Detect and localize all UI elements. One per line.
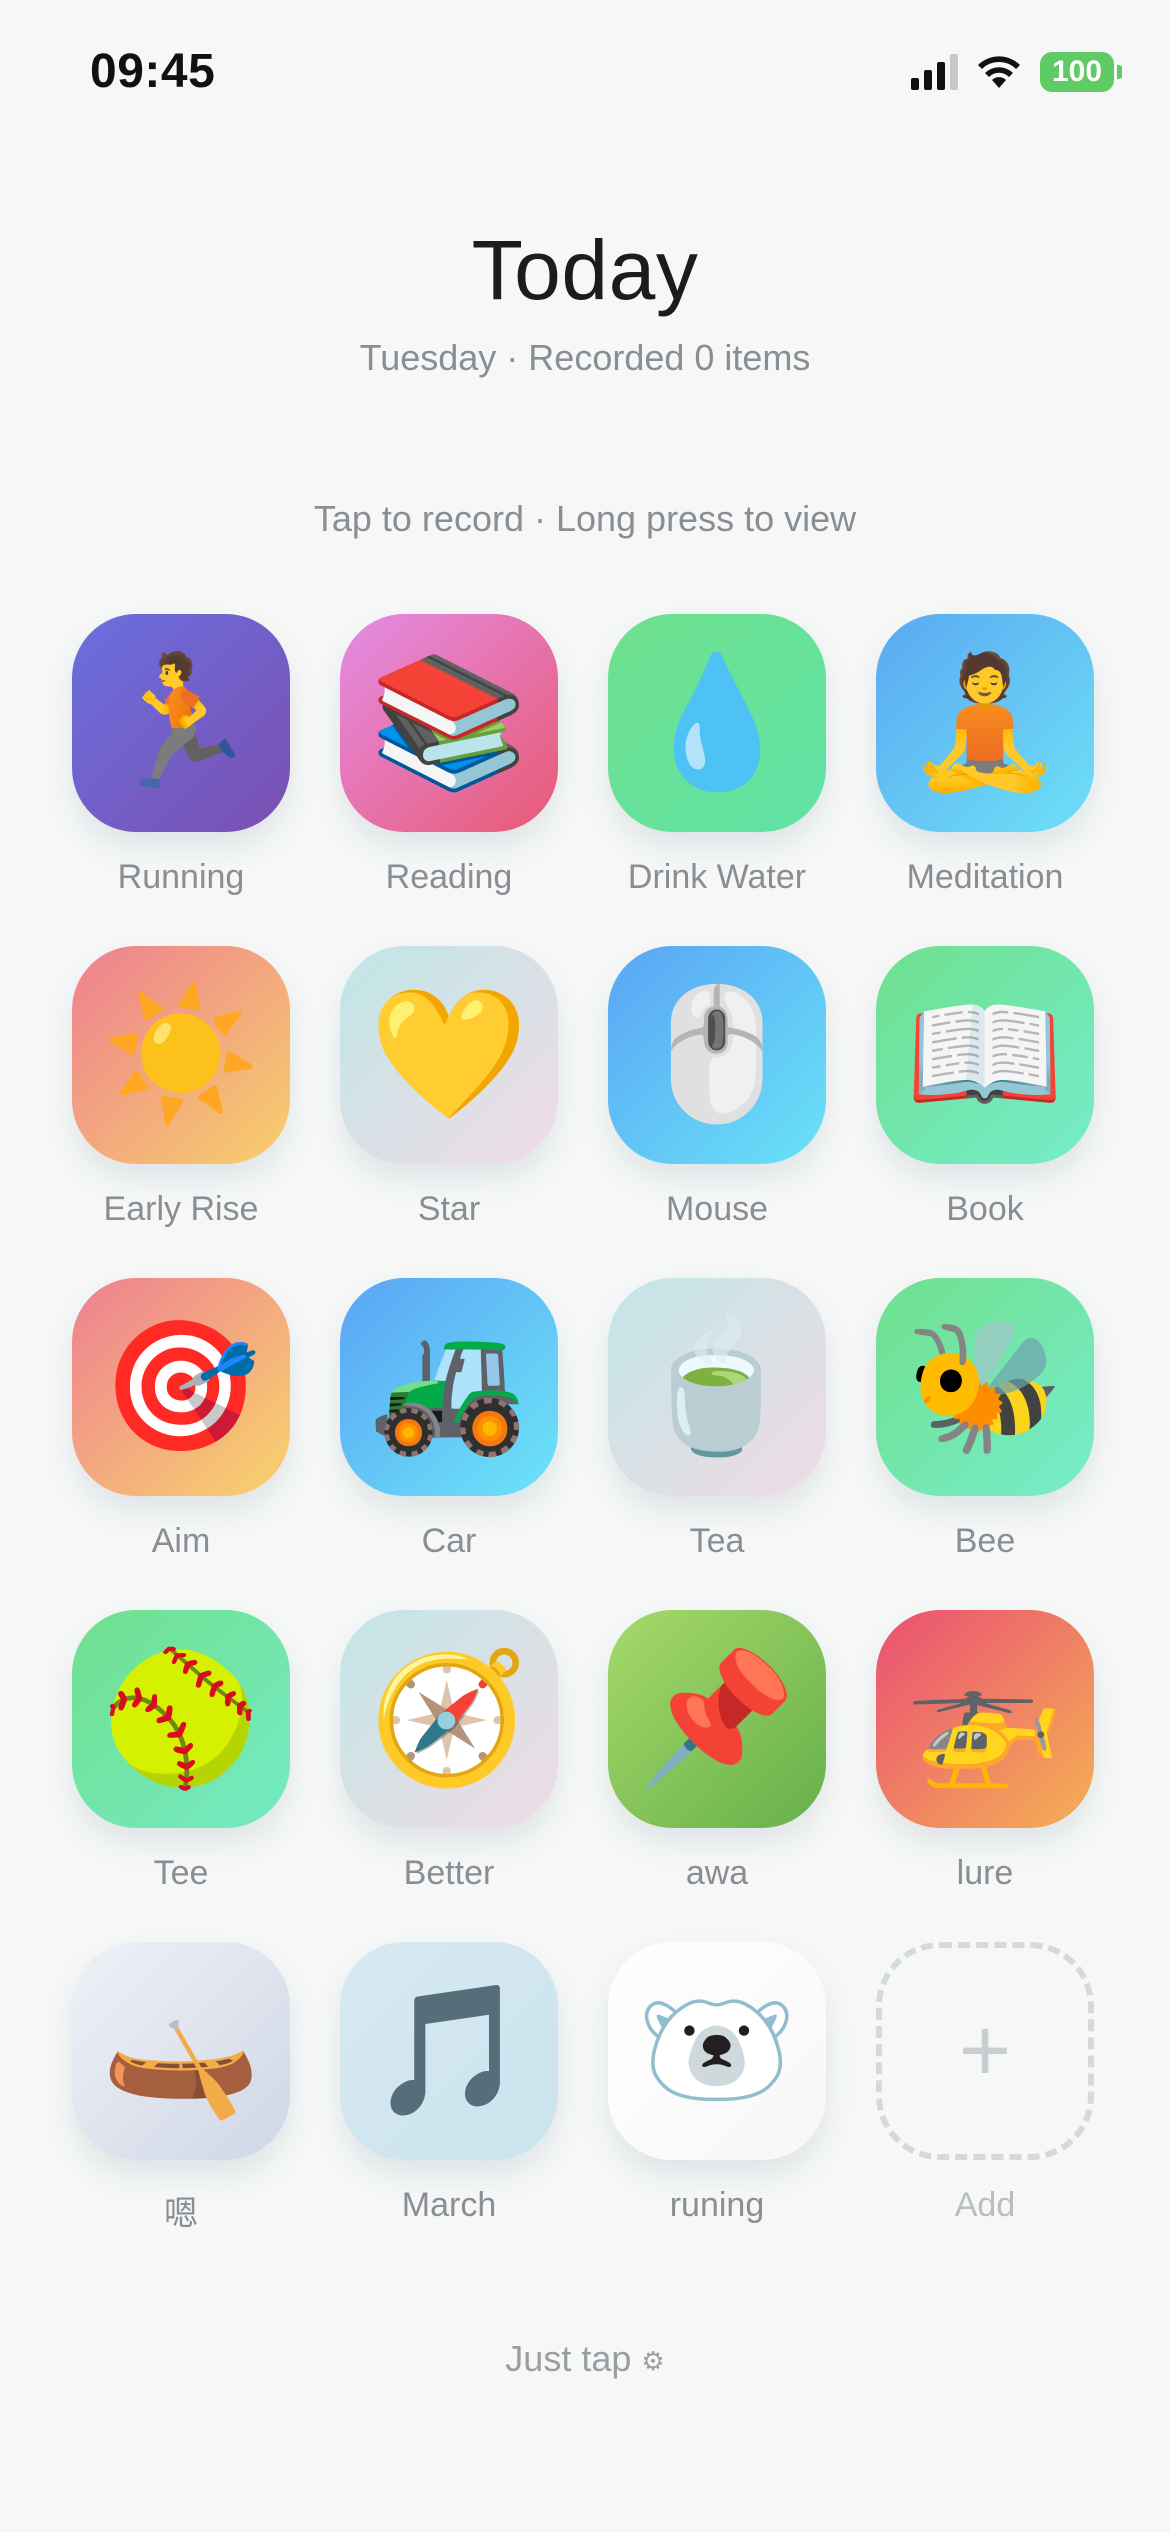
habit-tile[interactable]: 🧘: [876, 614, 1094, 832]
habit-item-tee[interactable]: 🥎 Tee: [72, 1610, 290, 1942]
add-label: Add: [954, 2186, 1016, 2224]
habit-item-lure[interactable]: 🚁 lure: [876, 1610, 1094, 1942]
status-indicators: 100: [911, 52, 1122, 92]
habit-label: Running: [117, 858, 245, 896]
page-title: Today: [471, 223, 699, 317]
page-header: Today Tuesday · Recorded 0 items: [0, 222, 1170, 379]
habit-tile[interactable]: 🐻‍❄️: [608, 1942, 826, 2160]
habit-label: Early Rise: [103, 1190, 259, 1228]
habit-item-running[interactable]: 🏃 Running: [72, 614, 290, 946]
mouse-icon: 🖱️: [637, 983, 797, 1126]
habit-tile[interactable]: 📚: [340, 614, 558, 832]
target-icon: 🎯: [101, 1315, 261, 1458]
water-drop-icon: 💧: [637, 651, 797, 794]
habit-label: Mouse: [665, 1190, 769, 1228]
habit-label: Tea: [689, 1522, 745, 1560]
habit-tile[interactable]: 🖱️: [608, 946, 826, 1164]
habit-item-book[interactable]: 📖 Book: [876, 946, 1094, 1278]
pushpin-icon: 📌: [637, 1647, 797, 1790]
cellular-signal-icon: [911, 54, 958, 90]
meditation-icon: 🧘: [905, 651, 1065, 794]
habit-tile[interactable]: 📖: [876, 946, 1094, 1164]
habit-tile[interactable]: 🚁: [876, 1610, 1094, 1828]
habit-item-mouse[interactable]: 🖱️ Mouse: [608, 946, 826, 1278]
helicopter-icon: 🚁: [905, 1647, 1065, 1790]
add-habit-button[interactable]: + Add: [876, 1942, 1094, 2274]
habit-item-car[interactable]: 🚜 Car: [340, 1278, 558, 1610]
status-bar: 09:45 100: [0, 0, 1170, 150]
habit-item-drink-water[interactable]: 💧 Drink Water: [608, 614, 826, 946]
page-subtitle: Tuesday · Recorded 0 items: [359, 337, 811, 378]
habit-item-march[interactable]: 🎵 March: [340, 1942, 558, 2274]
battery-icon: 100: [1040, 52, 1122, 92]
habit-item-嗯[interactable]: 🛶 嗯: [72, 1942, 290, 2274]
habit-label: awa: [685, 1854, 749, 1892]
tractor-icon: 🚜: [369, 1315, 529, 1458]
habit-grid: 🏃 Running 📚 Reading 💧 Drink Water 🧘 Meditation ☀…: [72, 614, 1098, 2274]
habit-item-reading[interactable]: 📚 Reading: [340, 614, 558, 946]
habit-label: Better: [403, 1854, 495, 1892]
canoe-icon: 🛶: [101, 1979, 261, 2122]
habit-tile[interactable]: 🐝: [876, 1278, 1094, 1496]
habit-tile[interactable]: 🍵: [608, 1278, 826, 1496]
compass-icon: 🧭: [369, 1647, 529, 1790]
habit-tile[interactable]: 🎵: [340, 1942, 558, 2160]
habit-tile[interactable]: 💛: [340, 946, 558, 1164]
habit-label: Meditation: [906, 858, 1064, 896]
open-book-icon: 📖: [905, 983, 1065, 1126]
footer-text: Just tap: [505, 2338, 632, 2379]
habit-label: Book: [946, 1190, 1024, 1228]
wifi-icon: [978, 56, 1020, 88]
habit-label: Aim: [151, 1522, 211, 1560]
tea-icon: 🍵: [637, 1315, 797, 1458]
habit-item-aim[interactable]: 🎯 Aim: [72, 1278, 290, 1610]
plus-icon[interactable]: +: [876, 1942, 1094, 2160]
books-icon: 📚: [369, 651, 529, 794]
habit-label: runing: [669, 2186, 765, 2224]
habit-tile[interactable]: 🛶: [72, 1942, 290, 2160]
footer[interactable]: Just tap ⚙: [0, 2338, 1170, 2380]
habit-tile[interactable]: 🥎: [72, 1610, 290, 1828]
status-time: 09:45: [90, 45, 216, 98]
habit-item-bee[interactable]: 🐝 Bee: [876, 1278, 1094, 1610]
habit-label: Star: [417, 1190, 481, 1228]
habit-tile[interactable]: 🏃: [72, 614, 290, 832]
habit-item-awa[interactable]: 📌 awa: [608, 1610, 826, 1942]
habit-item-meditation[interactable]: 🧘 Meditation: [876, 614, 1094, 946]
habit-tile[interactable]: 🎯: [72, 1278, 290, 1496]
habit-item-tea[interactable]: 🍵 Tea: [608, 1278, 826, 1610]
softball-icon: 🥎: [101, 1647, 261, 1790]
habit-item-better[interactable]: 🧭 Better: [340, 1610, 558, 1942]
polar-bear-icon: 🐻‍❄️: [637, 1979, 797, 2122]
running-person-icon: 🏃: [101, 651, 261, 794]
habit-tile[interactable]: ☀️: [72, 946, 290, 1164]
instruction-hint: Tap to record · Long press to view: [313, 498, 857, 539]
habit-label: Drink Water: [627, 858, 807, 896]
sun-icon: ☀️: [101, 983, 261, 1126]
habit-label: Tee: [153, 1854, 209, 1892]
habit-label: lure: [956, 1854, 1014, 1892]
gear-icon: ⚙: [641, 2345, 665, 2376]
music-note-icon: 🎵: [369, 1979, 529, 2122]
habit-label: Car: [421, 1522, 477, 1560]
habit-item-star[interactable]: 💛 Star: [340, 946, 558, 1278]
habit-label: March: [401, 2186, 497, 2224]
habit-label: 嗯: [164, 2195, 198, 2233]
habit-item-early-rise[interactable]: ☀️ Early Rise: [72, 946, 290, 1278]
habit-label: Reading: [385, 858, 513, 896]
habit-tile[interactable]: 🧭: [340, 1610, 558, 1828]
habit-tile[interactable]: 💧: [608, 614, 826, 832]
habit-tile[interactable]: 🚜: [340, 1278, 558, 1496]
heart-icon: 💛: [369, 983, 529, 1126]
habit-tile[interactable]: 📌: [608, 1610, 826, 1828]
bee-icon: 🐝: [905, 1315, 1065, 1458]
habit-item-runing[interactable]: 🐻‍❄️ runing: [608, 1942, 826, 2274]
habit-label: Bee: [954, 1522, 1016, 1560]
